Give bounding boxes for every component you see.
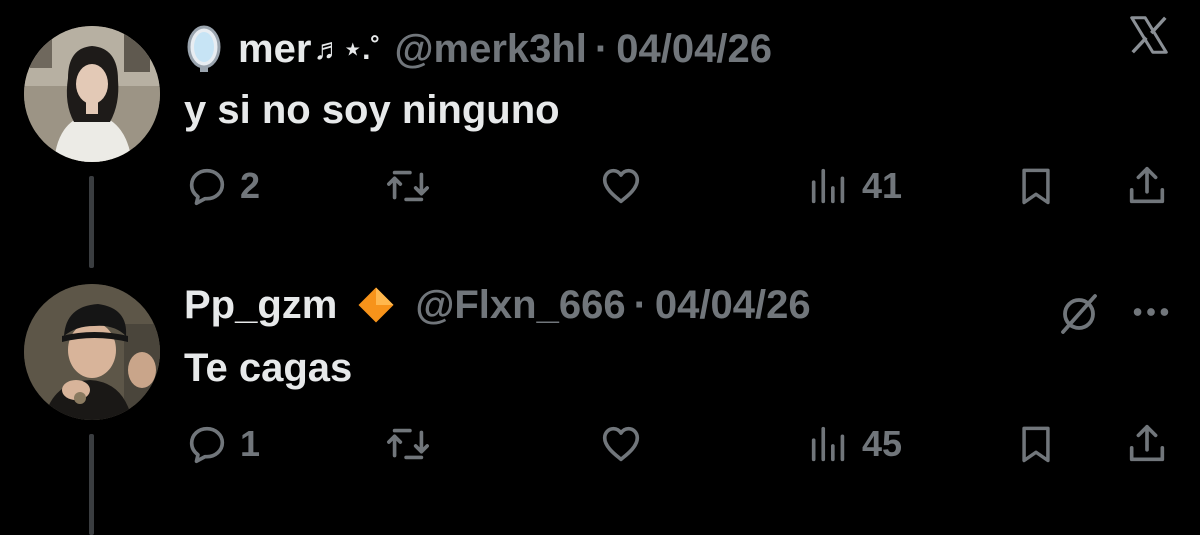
tweet-2[interactable]: Pp_gzm @Flxn_666 · 04/04/26 Te cagas 1 4…	[0, 268, 1200, 535]
reply-count: 1	[240, 423, 261, 464]
share-icon	[1129, 424, 1165, 462]
views-icon	[811, 426, 845, 462]
like-button[interactable]	[596, 156, 656, 216]
retweet-icon	[387, 428, 429, 460]
avatar-image	[24, 26, 160, 162]
display-name[interactable]: mer	[238, 27, 311, 72]
action-bar: 1 45	[184, 414, 1184, 474]
bookmark-button[interactable]	[1014, 156, 1058, 216]
reply-count: 2	[240, 165, 261, 206]
retweet-icon	[387, 170, 429, 202]
avatar-image	[24, 284, 160, 420]
view-count: 41	[862, 165, 903, 206]
more-icon[interactable]	[1128, 292, 1174, 337]
orange-diamond-icon	[355, 284, 397, 326]
tweet-header: Pp_gzm @Flxn_666 · 04/04/26	[184, 280, 811, 330]
reply-button[interactable]: 1	[184, 414, 260, 474]
display-name[interactable]: Pp_gzm	[184, 283, 337, 328]
x-logo-icon[interactable]	[1126, 12, 1172, 63]
reply-icon	[189, 168, 225, 206]
reply-button[interactable]: 2	[184, 156, 260, 216]
views-button[interactable]: 45	[806, 414, 902, 474]
tweet-header: mer ♬⋆.˚ @merk3hl · 04/04/26	[184, 24, 772, 74]
display-name-decoration: ♬⋆.˚	[313, 32, 381, 66]
thread-line	[89, 434, 94, 535]
heart-icon	[602, 168, 640, 204]
bookmark-button[interactable]	[1014, 414, 1058, 474]
tweet-text: Te cagas	[184, 346, 353, 390]
grok-icon[interactable]	[1055, 290, 1103, 343]
heart-icon	[602, 426, 640, 462]
tweet-text: y si no soy ninguno	[184, 88, 560, 132]
share-button[interactable]	[1124, 156, 1170, 216]
retweet-button[interactable]	[384, 156, 442, 216]
mirror-icon	[187, 25, 221, 72]
tweet-1[interactable]: mer ♬⋆.˚ @merk3hl · 04/04/26 y si no soy…	[0, 0, 1200, 268]
thread-line	[89, 176, 94, 268]
share-button[interactable]	[1124, 414, 1170, 474]
timestamp[interactable]: 04/04/26	[655, 283, 811, 328]
separator-dot: ·	[633, 282, 647, 327]
bookmark-icon	[1022, 168, 1050, 205]
view-count: 45	[862, 423, 903, 464]
views-icon	[811, 168, 845, 204]
separator-dot: ·	[594, 26, 609, 71]
handle[interactable]: @Flxn_666	[415, 283, 625, 328]
avatar-flxn666[interactable]	[24, 284, 160, 420]
retweet-button[interactable]	[384, 414, 442, 474]
views-button[interactable]: 41	[806, 156, 902, 216]
timestamp[interactable]: 04/04/26	[616, 27, 772, 72]
share-icon	[1129, 166, 1165, 204]
handle[interactable]: @merk3hl	[395, 27, 587, 72]
bookmark-icon	[1022, 426, 1050, 463]
avatar-merk3hl[interactable]	[24, 26, 160, 162]
action-bar: 2 41	[184, 156, 1184, 216]
like-button[interactable]	[596, 414, 656, 474]
reply-icon	[189, 426, 225, 464]
